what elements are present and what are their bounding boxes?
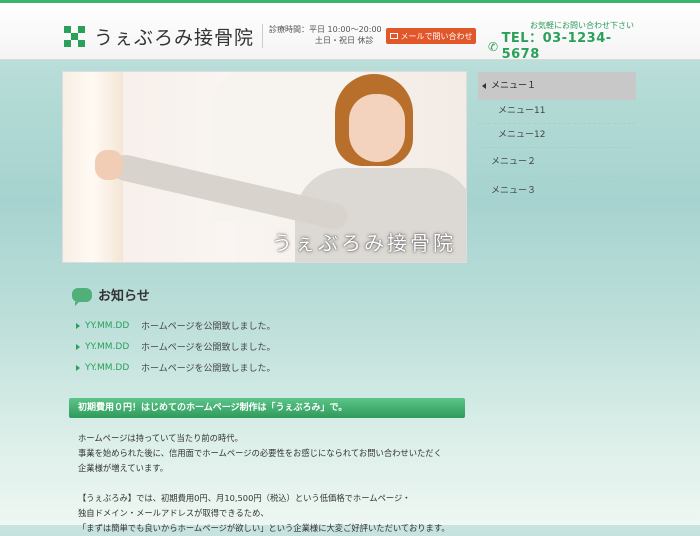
office-hours: 診療時間：平日 10:00〜20:00 土日・祝日 休診 [262, 24, 382, 48]
section-body: ホームページは持っていて当たり前の時代。 事業を始められた後に、信用面でホームペ… [78, 431, 473, 536]
envelope-icon [389, 33, 398, 39]
news-title: お知らせ [98, 289, 150, 304]
menu-item-11[interactable]: メニュー11 [478, 100, 636, 124]
site-header: うぇぶろみ接骨院 診療時間：平日 10:00〜20:00 土日・祝日 休診 メー… [0, 3, 700, 63]
bullet-arrow-icon [76, 322, 80, 329]
news-list: YY.MM.DD ホームページを公開致しました。 YY.MM.DD ホームページ… [76, 315, 276, 378]
phone-number[interactable]: ✆ TEL：03-1234-5678 [488, 31, 634, 63]
body-line: 独自ドメイン・メールアドレスが取得できるため、 [78, 508, 269, 518]
news-date: YY.MM.DD [85, 362, 130, 373]
hero-patient-hand [95, 150, 123, 180]
hero-title: うぇぶろみ接骨院 [272, 231, 456, 255]
body-line: ホームページは持っていて当たり前の時代。 [78, 433, 243, 443]
menu-item-1[interactable]: メニュー１ [478, 72, 636, 100]
mail-button-label: メールで問い合わせ [400, 31, 473, 41]
hero-patient-face [349, 94, 405, 162]
logo-mark-icon [64, 25, 86, 48]
logo-text: うぇぶろみ接骨院 [94, 27, 255, 49]
news-item[interactable]: YY.MM.DD ホームページを公開致しました。 [76, 357, 276, 378]
bullet-arrow-icon [76, 343, 80, 350]
hours-holiday: 土日・祝日 休診 [315, 36, 374, 45]
site-logo[interactable]: うぇぶろみ接骨院 [64, 23, 254, 50]
phone-contact: お気軽にお問い合わせ下さい ✆ TEL：03-1234-5678 [488, 21, 634, 63]
section-heading: 初期費用０円！はじめてのホームページ制作は「うぇぶろみ」で。 [69, 398, 465, 418]
hero-image: うぇぶろみ接骨院 [62, 71, 467, 263]
news-item[interactable]: YY.MM.DD ホームページを公開致しました。 [76, 336, 276, 357]
hours-weekday: 診療時間：平日 10:00〜20:00 [269, 25, 382, 34]
news-heading: お知らせ [72, 285, 150, 306]
news-text: ホームページを公開致しました。 [141, 343, 276, 353]
news-date: YY.MM.DD [85, 320, 130, 331]
menu-item-2[interactable]: メニュー２ [478, 148, 636, 177]
mail-contact-button[interactable]: メールで問い合わせ [386, 28, 476, 44]
speech-bubble-icon [72, 287, 92, 306]
news-item[interactable]: YY.MM.DD ホームページを公開致しました。 [76, 315, 276, 336]
bullet-arrow-icon [76, 364, 80, 371]
news-text: ホームページを公開致しました。 [141, 322, 276, 332]
body-line: 【うぇぶろみ】では、初期費用0円、月10,500円（税込）という低価格でホームペ… [78, 493, 411, 503]
menu-item-3[interactable]: メニュー３ [478, 177, 636, 206]
contact-note: お気軽にお問い合わせ下さい [530, 21, 634, 30]
news-text: ホームページを公開致しました。 [141, 364, 276, 374]
phone-icon: ✆ [488, 40, 499, 54]
side-menu: メニュー１ メニュー11 メニュー12 メニュー２ メニュー３ [478, 72, 636, 206]
body-line: 事業を始められた後に、信用面でホームページの必要性をお感じになられてお問い合わせ… [78, 448, 442, 458]
menu-item-12[interactable]: メニュー12 [478, 124, 636, 148]
body-line: 「まずは簡単でも良いからホームページが欲しい」という企業様に大変ご好評いただいて… [78, 523, 450, 533]
news-date: YY.MM.DD [85, 341, 130, 352]
body-line: 企業様が増えています。 [78, 463, 169, 473]
phone-number-text: TEL：03-1234-5678 [501, 31, 612, 62]
